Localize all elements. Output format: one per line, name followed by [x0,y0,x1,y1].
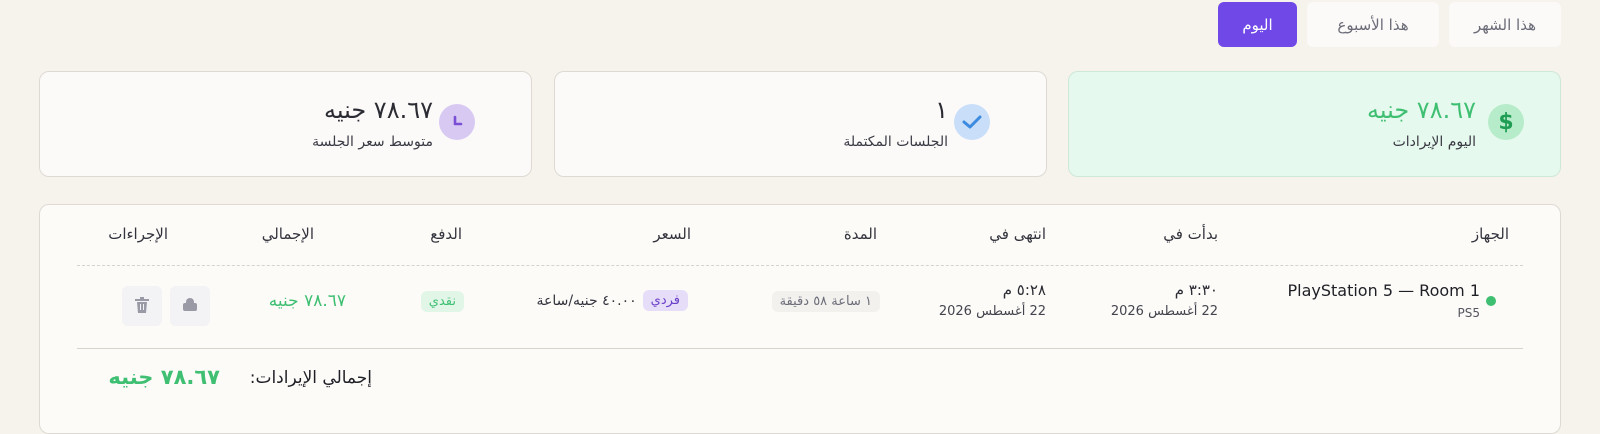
ended-time: ٥:٢٨ م [1002,281,1046,299]
total-value: ٧٨.٦٧ جنيه [268,291,346,311]
filter-month-button[interactable]: هذا الشهر [1449,2,1561,47]
footer-total-label: إجمالي الإيرادات: [249,368,372,388]
header-payment: الدفع [430,225,462,243]
sessions-table: الجهاز بدأت في انتهى في المدة السعر الدف… [39,204,1561,434]
header-divider [77,265,1523,266]
trash-icon [135,296,149,316]
price-cell: فردي ٤٠.٠٠ جنيه/ساعة [536,290,688,311]
mode-badge: فردي [642,290,688,311]
average-value: ٧٨.٦٧ جنيه [323,96,433,124]
header-actions: الإجراءات [108,225,168,243]
delete-button[interactable] [122,286,162,326]
check-icon [954,104,990,140]
end-session-button[interactable] [170,286,210,326]
filter-week-button[interactable]: هذا الأسبوع [1307,2,1439,47]
date-filter-group: اليوم هذا الأسبوع هذا الشهر [1218,2,1561,47]
device-name: PlayStation 5 — Room 1 [1287,281,1480,300]
average-stat-card: ٧٨.٦٧ جنيه متوسط سعر الجلسة [39,71,532,177]
payment-badge: نقدي [420,290,464,312]
header-price: السعر [653,225,691,243]
status-dot [1486,296,1496,306]
header-device: الجهاز [1471,225,1509,243]
header-total: الإجمالي [261,225,314,243]
duration-badge: ١ ساعة ٥٨ دقيقة [771,290,880,312]
rate-value: ٤٠.٠٠ جنيه/ساعة [536,292,637,309]
sessions-value: ١ [935,96,948,124]
device-type: PS5 [1457,306,1481,320]
dollar-icon: $ [1488,104,1524,140]
header-ended: انتهى في [989,225,1046,243]
clock-icon [439,104,475,140]
payment-value: نقدي [420,291,464,312]
header-started: بدأت في [1163,225,1218,243]
sessions-stat-card: ١ الجلسات المكتملة [554,71,1047,177]
header-duration: المدة [843,225,877,243]
ended-date: 22 أغسطس 2026 [938,304,1046,319]
filter-today-button[interactable]: اليوم [1218,2,1297,47]
started-date: 22 أغسطس 2026 [1110,304,1218,319]
sessions-label: الجلسات المكتملة [843,134,948,150]
revenue-value: ٧٨.٦٧ جنيه [1366,96,1476,124]
footer-divider [77,348,1523,349]
revenue-label: اليوم الإيرادات [1392,134,1476,150]
started-time: ٣:٣٠ م [1174,281,1218,299]
duration-value: ١ ساعة ٥٨ دقيقة [771,291,880,312]
average-label: متوسط سعر الجلسة [312,134,433,150]
lock-icon [182,297,198,315]
footer-total-value: ٧٨.٦٧ جنيه [108,365,220,389]
revenue-stat-card: $ ٧٨.٦٧ جنيه اليوم الإيرادات [1068,71,1561,177]
